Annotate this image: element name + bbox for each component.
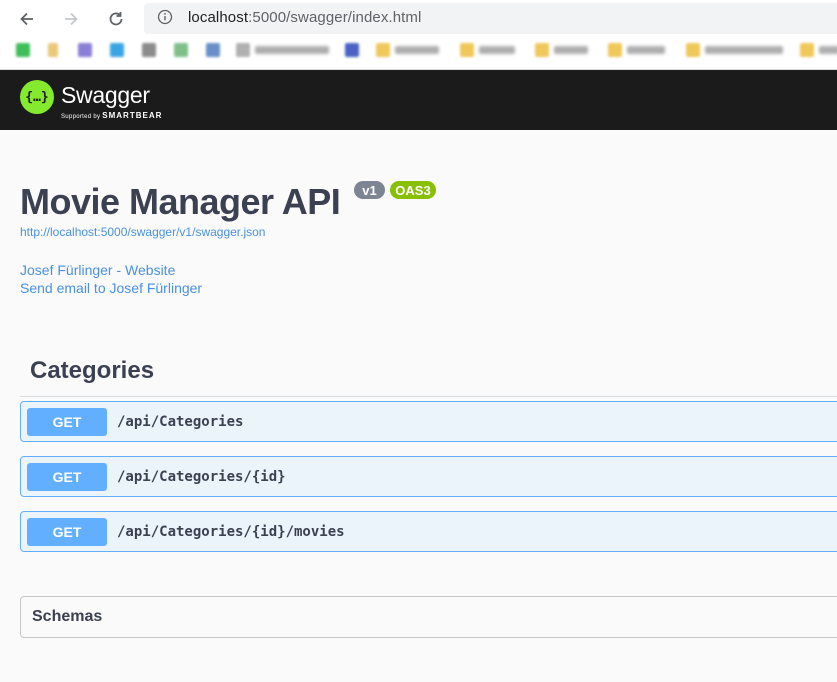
folder-icon — [376, 43, 390, 57]
email-link[interactable]: Send email to Josef Fürlinger — [20, 280, 202, 296]
bookmark-item[interactable] — [174, 41, 188, 59]
operation-path: /api/Categories/{id} — [117, 469, 286, 485]
reload-button[interactable] — [103, 6, 129, 32]
method-badge: GET — [27, 518, 107, 546]
bookmark-item[interactable] — [376, 41, 439, 59]
bookmark-icon — [142, 43, 156, 57]
bookmark-item[interactable] — [686, 41, 783, 59]
bookmark-label — [554, 46, 588, 54]
swagger-logo-icon[interactable]: {…} — [20, 80, 54, 114]
info-icon[interactable] — [157, 9, 173, 30]
bookmark-icon — [174, 43, 188, 57]
bookmark-icon — [206, 43, 220, 57]
bookmark-icon — [78, 43, 92, 57]
oas-badge: OAS3 — [390, 181, 436, 199]
forward-button[interactable] — [58, 6, 84, 32]
bookmark-icon — [345, 43, 359, 57]
api-title: Movie Manager API — [20, 181, 341, 222]
operation-path: /api/Categories — [117, 414, 244, 430]
bookmark-item[interactable] — [460, 41, 515, 59]
bookmark-icon — [16, 43, 30, 57]
swagger-logo-subtitle: Supported by SMARTBEAR — [61, 111, 162, 120]
logo-sub-brand: SMARTBEAR — [102, 111, 163, 120]
reload-icon — [109, 12, 123, 26]
url-host: localhost — [188, 9, 249, 26]
schemas-label: Schemas — [32, 608, 103, 625]
bookmark-icon — [236, 43, 250, 57]
back-button[interactable] — [14, 6, 40, 32]
bookmark-item[interactable] — [48, 41, 58, 59]
website-link[interactable]: Josef Fürlinger - Website — [20, 262, 175, 278]
browser-chrome: localhost:5000/swagger/index.html — [0, 0, 837, 70]
folder-icon — [460, 43, 474, 57]
bookmark-item[interactable] — [142, 41, 156, 59]
bookmark-icon — [110, 43, 124, 57]
schemas-section[interactable]: Schemas — [20, 596, 837, 638]
folder-icon — [535, 43, 549, 57]
folder-icon — [686, 43, 700, 57]
bookmark-label — [627, 46, 665, 54]
version-badge: v1 — [354, 181, 385, 199]
bookmark-label — [255, 46, 329, 54]
bookmark-item[interactable] — [535, 41, 588, 59]
operation-path: /api/Categories/{id}/movies — [117, 524, 345, 540]
bookmark-label — [705, 46, 783, 54]
bookmark-label — [819, 46, 837, 54]
divider — [20, 396, 837, 397]
bookmark-label — [395, 46, 439, 54]
bookmark-item[interactable] — [206, 41, 220, 59]
bookmark-item[interactable] — [800, 41, 837, 59]
url-path: :5000/swagger/index.html — [248, 9, 422, 26]
operation-get-categories[interactable]: GET /api/Categories — [20, 401, 837, 442]
operation-get-category-by-id[interactable]: GET /api/Categories/{id} — [20, 456, 837, 497]
folder-icon — [608, 43, 622, 57]
swagger-logo-text[interactable]: Swagger — [61, 82, 150, 109]
arrow-right-icon — [65, 12, 78, 26]
spec-url-link[interactable]: http://localhost:5000/swagger/v1/swagger… — [20, 225, 265, 239]
bookmark-item[interactable] — [236, 41, 329, 59]
bookmark-item[interactable] — [608, 41, 665, 59]
bookmark-item[interactable] — [78, 41, 92, 59]
tag-heading-categories[interactable]: Categories — [30, 357, 154, 385]
swagger-topbar: {…} Swagger Supported by SMARTBEAR — [0, 70, 837, 130]
method-badge: GET — [27, 408, 107, 436]
method-badge: GET — [27, 463, 107, 491]
bookmark-item[interactable] — [110, 41, 124, 59]
folder-icon — [800, 43, 814, 57]
logo-sub-prefix: Supported by — [61, 114, 101, 120]
logo-glyph: {…} — [25, 89, 49, 105]
url-text[interactable]: localhost:5000/swagger/index.html — [188, 9, 421, 26]
bookmark-icon — [48, 43, 58, 57]
arrow-left-icon — [20, 12, 33, 26]
operation-get-category-movies[interactable]: GET /api/Categories/{id}/movies — [20, 511, 837, 552]
bookmark-item[interactable] — [16, 41, 30, 59]
bookmark-label — [479, 46, 515, 54]
bookmark-item[interactable] — [345, 41, 359, 59]
